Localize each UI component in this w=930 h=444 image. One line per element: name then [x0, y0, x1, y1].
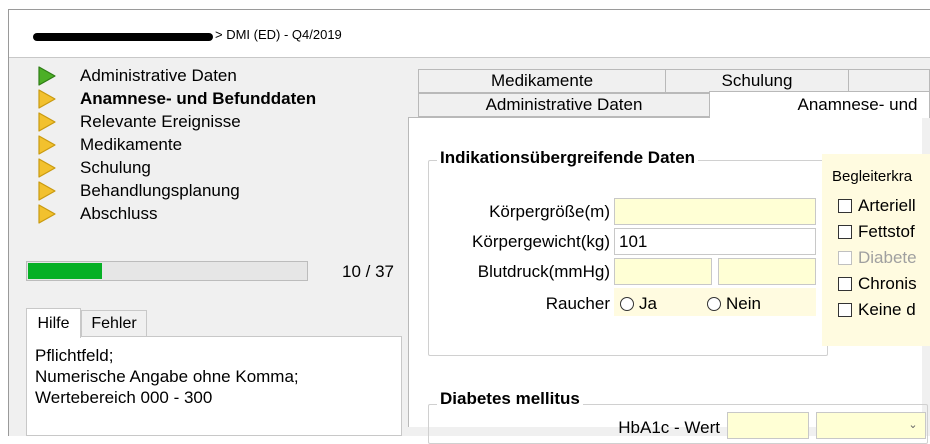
tab-schulung[interactable]: Schulung	[665, 69, 849, 93]
smoker-yes-radio[interactable]: Ja	[620, 294, 657, 314]
radio-circle	[620, 297, 634, 311]
nav-item-label: Schulung	[80, 157, 151, 177]
nav-item[interactable]: Administrative Daten	[36, 64, 396, 87]
weight-input[interactable]	[614, 228, 816, 255]
nav-item[interactable]: Behandlungsplanung	[36, 179, 396, 202]
hba1c-input[interactable]	[727, 412, 809, 439]
group-title-diabetes: Diabetes mellitus	[437, 389, 583, 409]
progress-bar	[26, 261, 308, 281]
play-arrow-icon	[38, 88, 56, 109]
tab-administrative-daten[interactable]: Administrative Daten	[418, 93, 710, 117]
blood-pressure-label: Blutdruck(mmHg)	[477, 262, 610, 281]
play-arrow-icon	[38, 203, 56, 224]
group-title-indication: Indikationsübergreifende Daten	[437, 148, 699, 168]
smoker-no-label: Nein	[726, 294, 761, 313]
tab-next[interactable]	[848, 69, 930, 93]
comorbidity-label: Arteriell	[858, 196, 916, 215]
weight-label: Körpergewicht(kg)	[472, 232, 610, 251]
nav-item-label: Anamnese- und Befunddaten	[80, 88, 317, 108]
bp-systolic-input[interactable]	[614, 258, 712, 285]
radio-circle	[707, 297, 721, 311]
comorbidity-checkbox[interactable]: Chronis	[838, 274, 917, 294]
help-panel: Pflichtfeld; Numerische Angabe ohne Komm…	[26, 336, 402, 436]
nav-item[interactable]: Medikamente	[36, 133, 396, 156]
smoker-label: Raucher	[545, 294, 610, 313]
tab-anamnese-label: Anamnese- und	[797, 95, 918, 114]
play-arrow-icon	[38, 111, 56, 132]
nav-item-label: Behandlungsplanung	[80, 180, 240, 200]
smoker-no-radio[interactable]: Nein	[707, 294, 761, 314]
comorbidity-checkbox[interactable]: Keine d	[838, 300, 916, 320]
help-line: Wertebereich 000 - 300	[35, 388, 213, 407]
tab-fehler[interactable]: Fehler	[81, 310, 147, 337]
comorbidity-label: Chronis	[858, 274, 917, 293]
comorbidity-checkbox[interactable]: Fettstof	[838, 222, 915, 242]
tab-anamnese[interactable]: Anamnese- und	[709, 91, 930, 118]
bp-diastolic-input[interactable]	[718, 258, 816, 285]
nav-item[interactable]: Relevante Ereignisse	[36, 110, 396, 133]
title-bar: > DMI (ED) - Q4/2019	[9, 10, 930, 58]
comorbidity-checkbox[interactable]: Arteriell	[838, 196, 916, 216]
play-arrow-icon	[38, 157, 56, 178]
window-title: > DMI (ED) - Q4/2019	[215, 27, 342, 42]
smoker-yes-label: Ja	[639, 294, 657, 313]
checkbox-box	[838, 225, 852, 239]
help-line: Pflichtfeld;	[35, 346, 114, 365]
height-label: Körpergröße(m)	[489, 202, 610, 221]
nav-item-label: Medikamente	[80, 134, 183, 154]
nav-item[interactable]: Abschluss	[36, 202, 396, 225]
comorbidity-label: Keine d	[858, 300, 916, 319]
comorbidity-checkbox: Diabete	[838, 248, 917, 268]
comorbidity-label: Diabete	[858, 248, 917, 267]
help-line: Numerische Angabe ohne Komma;	[35, 367, 299, 386]
height-input[interactable]	[614, 198, 816, 225]
nav-item-label: Administrative Daten	[80, 65, 237, 85]
comorbidities-title: Begleiterkra	[832, 168, 913, 185]
progress-fill	[28, 263, 102, 279]
tab-hilfe[interactable]: Hilfe	[26, 308, 81, 338]
nav-item[interactable]: Schulung	[36, 156, 396, 179]
checkbox-box	[838, 277, 852, 291]
redacted-patient-name	[33, 33, 213, 41]
play-arrow-icon	[38, 180, 56, 201]
nav-item-label: Relevante Ereignisse	[80, 111, 241, 131]
play-arrow-icon	[38, 134, 56, 155]
chevron-down-icon[interactable]: ⌄	[904, 412, 922, 436]
checkbox-box	[838, 303, 852, 317]
nav-item-label: Abschluss	[80, 203, 158, 223]
play-arrow-icon	[38, 65, 56, 86]
checkbox-box	[838, 199, 852, 213]
checkbox-box	[838, 251, 852, 265]
nav-item[interactable]: Anamnese- und Befunddaten	[36, 87, 396, 110]
comorbidity-label: Fettstof	[858, 222, 915, 241]
progress-text: 10 / 37	[342, 262, 394, 281]
hba1c-label: HbA1c - Wert	[618, 418, 720, 437]
tab-medikamente[interactable]: Medikamente	[418, 69, 666, 93]
